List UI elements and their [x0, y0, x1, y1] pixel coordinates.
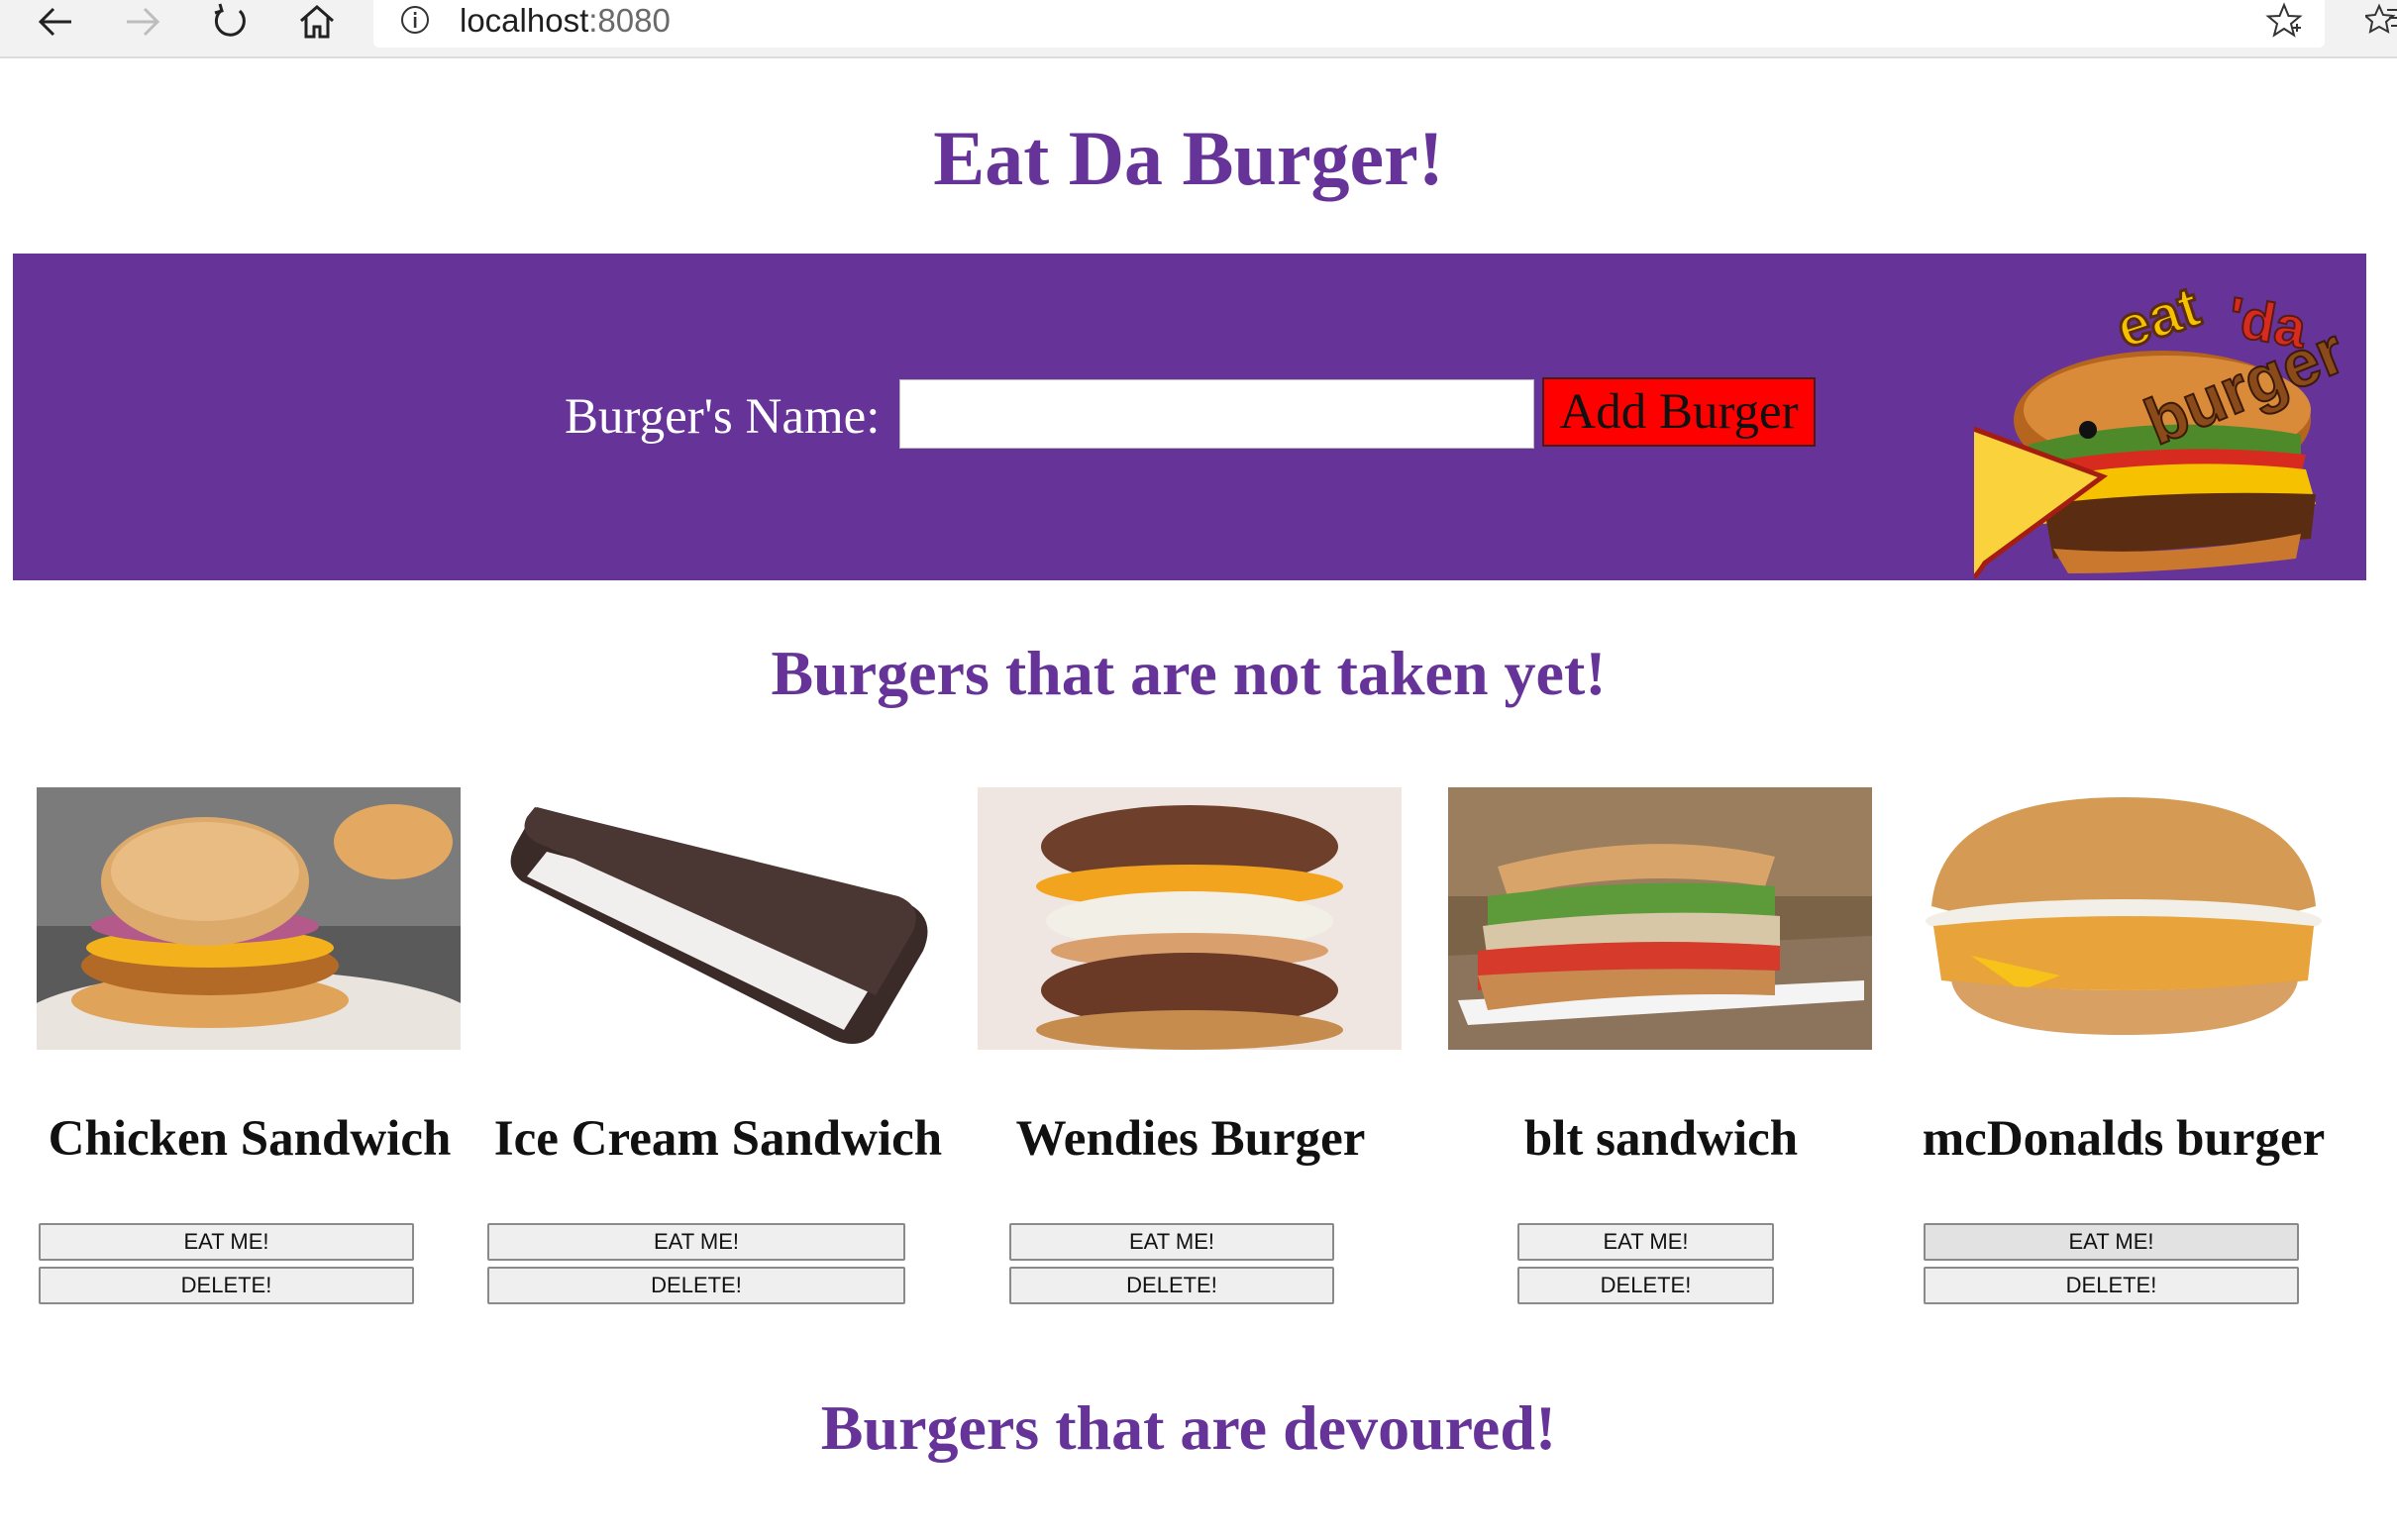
eat-me-button[interactable]: EAT ME! — [1009, 1223, 1334, 1261]
delete-button[interactable]: DELETE! — [1924, 1267, 2299, 1304]
eat-me-button[interactable]: EAT ME! — [487, 1223, 905, 1261]
forward-icon[interactable] — [115, 0, 170, 44]
url-port: :8080 — [588, 2, 671, 39]
eat-me-button[interactable]: EAT ME! — [1517, 1223, 1774, 1261]
eat-da-burger-logo: eat 'da burger — [1974, 272, 2355, 578]
add-burger-button[interactable]: Add Burger — [1542, 377, 1816, 447]
burger-name: Chicken Sandwich — [48, 1111, 452, 1167]
delete-button[interactable]: DELETE! — [487, 1267, 905, 1304]
ice-cream-sandwich-image — [507, 787, 931, 1050]
mcdonalds-burger-image — [1912, 787, 2336, 1050]
delete-button[interactable]: DELETE! — [39, 1267, 414, 1304]
url-host: localhost — [460, 2, 589, 39]
burger-name: blt sandwich — [1523, 1111, 1799, 1167]
burger-name: mcDonalds burger — [1922, 1111, 2326, 1167]
info-icon[interactable] — [399, 4, 431, 41]
wendies-burger-image — [978, 787, 1402, 1050]
back-icon[interactable] — [28, 0, 83, 44]
favorite-star-icon[interactable] — [2265, 2, 2303, 45]
burger-name-label: Burger's Name: — [565, 389, 881, 445]
chicken-sandwich-image — [37, 787, 461, 1050]
logo-text-eat: eat — [2109, 274, 2208, 361]
browser-toolbar: localhost:8080 — [0, 0, 2397, 58]
burger-name: Wendies Burger — [1015, 1111, 1366, 1167]
burger-name-input[interactable] — [899, 379, 1534, 449]
delete-button[interactable]: DELETE! — [1009, 1267, 1334, 1304]
url-text: localhost:8080 — [460, 0, 671, 42]
eat-me-button[interactable]: EAT ME! — [1924, 1223, 2299, 1261]
delete-button[interactable]: DELETE! — [1517, 1267, 1774, 1304]
blt-sandwich-image — [1448, 787, 1872, 1050]
address-bar[interactable]: localhost:8080 — [373, 0, 2325, 48]
refresh-icon[interactable] — [202, 0, 258, 44]
not-taken-heading: Burgers that are not taken yet! — [771, 638, 1607, 708]
devoured-heading: Burgers that are devoured! — [820, 1392, 1557, 1463]
page-title: Eat Da Burger! — [933, 115, 1444, 201]
eat-me-button[interactable]: EAT ME! — [39, 1223, 414, 1261]
add-burger-banner: Burger's Name: Add Burger eat 'da burger — [13, 254, 2366, 580]
favorites-bar-icon[interactable] — [2362, 2, 2397, 47]
burger-name: Ice Cream Sandwich — [493, 1111, 943, 1167]
home-icon[interactable] — [289, 0, 345, 44]
